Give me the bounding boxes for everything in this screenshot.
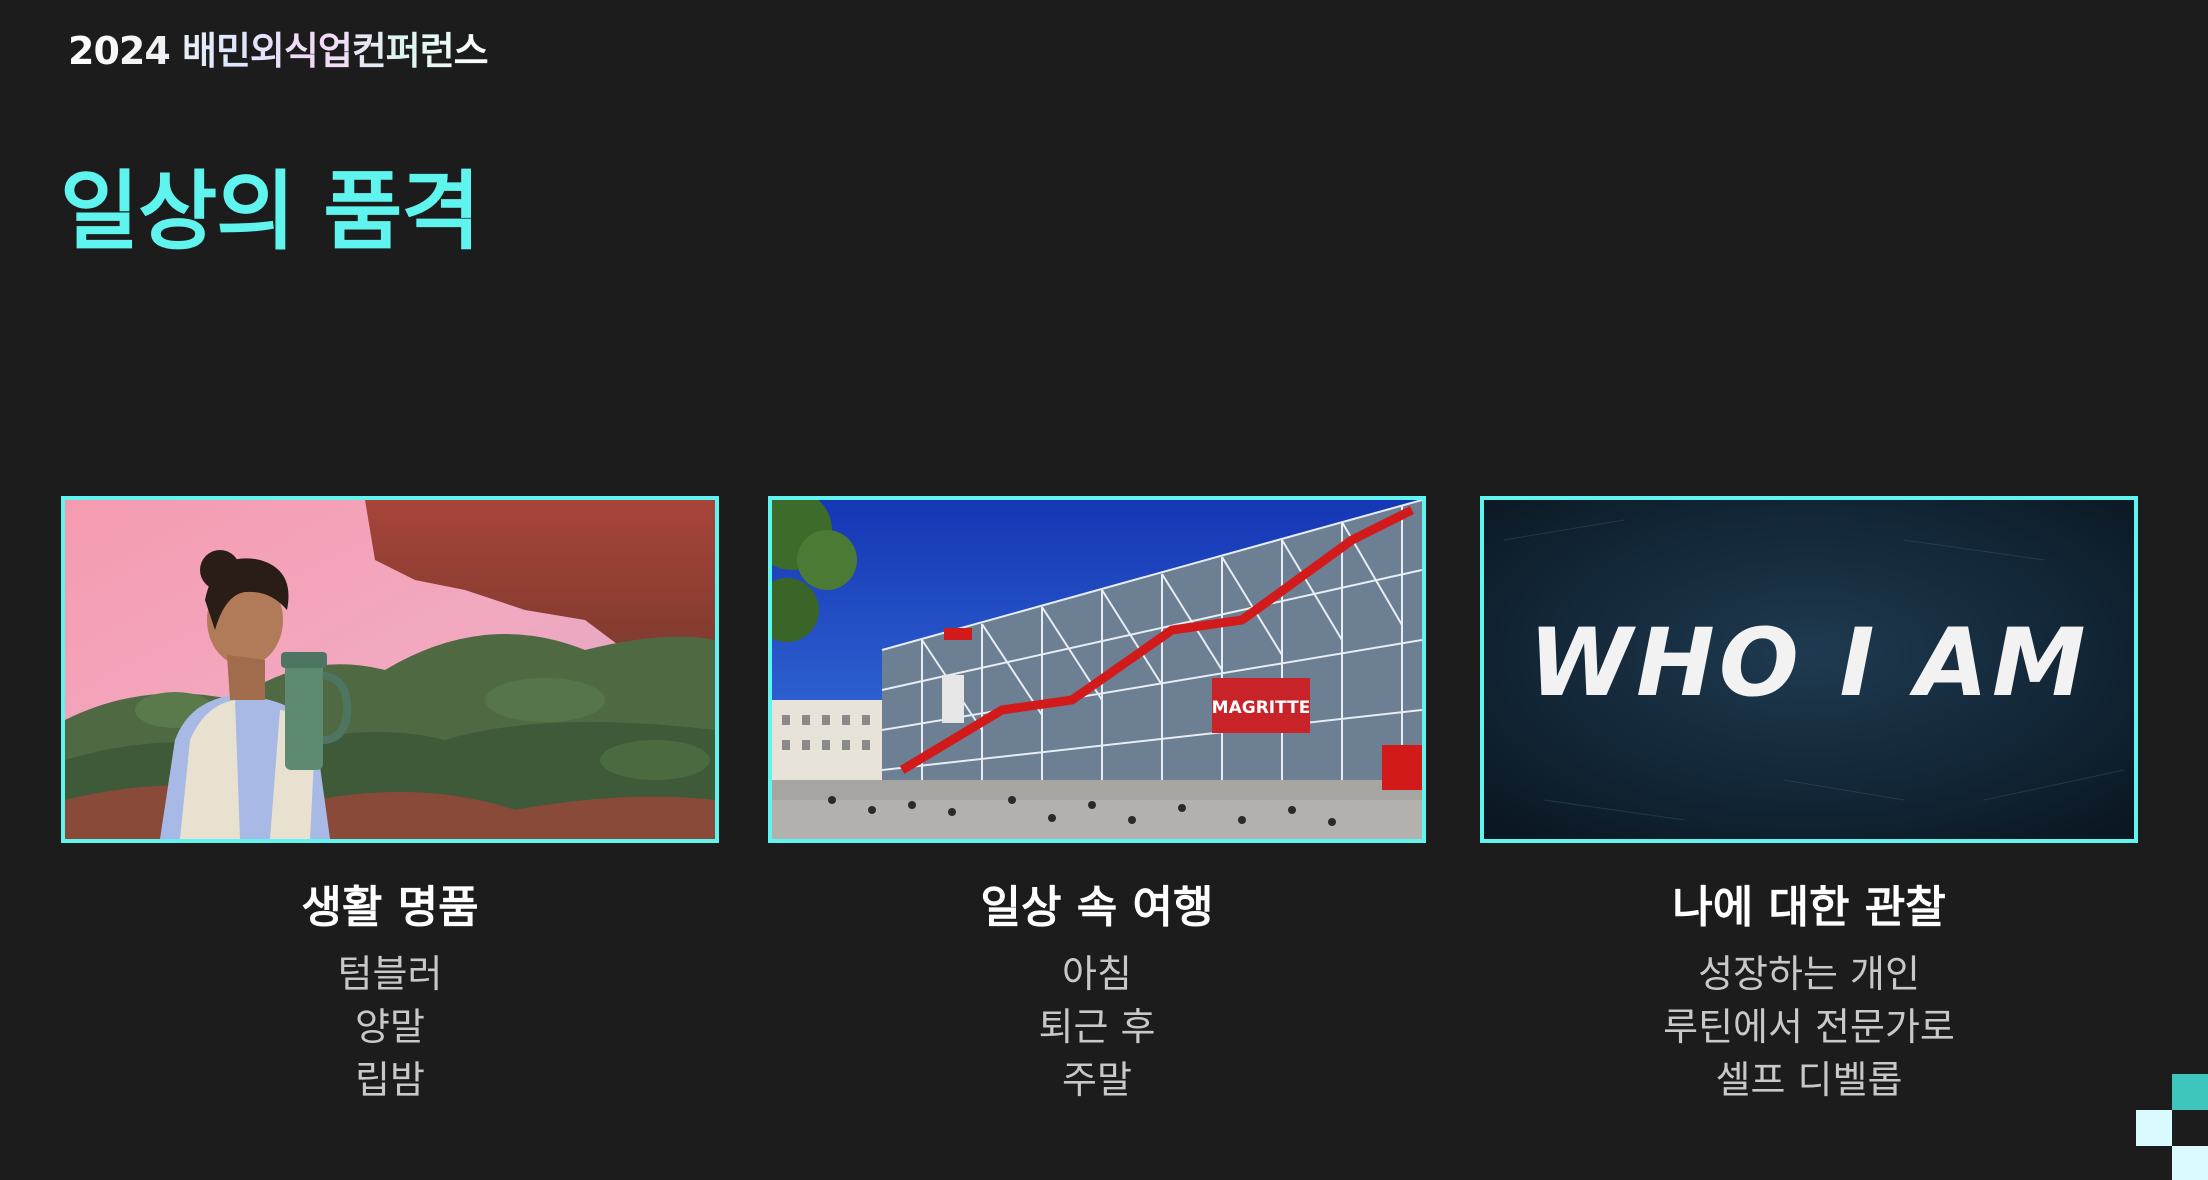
photo-card-travel: MAGRITTE (768, 496, 1426, 843)
column-title: 일상 속 여행 (980, 882, 1214, 933)
photo-card-self-observation: WHO I AM (1480, 496, 2138, 843)
woman-with-tumbler-photo (65, 500, 715, 839)
conference-logo: 2024 배민외식업컨퍼런스 (68, 29, 489, 73)
pixel-decoration (2136, 1110, 2172, 1146)
column-travel: 일상 속 여행 아침 퇴근 후 주말 (768, 876, 1426, 1107)
column-title: 나에 대한 관찰 (1672, 882, 1946, 933)
column-item: 성장하는 개인 (1698, 952, 1920, 996)
column-item: 루틴에서 전문가로 (1663, 1005, 1955, 1049)
pixel-decoration (2172, 1074, 2208, 1110)
column-self-observation: 나에 대한 관찰 성장하는 개인 루틴에서 전문가로 셀프 디벨롭 (1480, 876, 2138, 1107)
page-title: 일상의 품격 (60, 162, 481, 262)
column-item: 아침 (1062, 952, 1132, 996)
column-item: 퇴근 후 (1038, 1005, 1156, 1049)
column-item: 텀블러 (337, 952, 443, 996)
column-item: 주말 (1062, 1058, 1132, 1102)
photo-card-lifestyle (61, 496, 719, 843)
who-i-am-text: WHO I AM (1529, 609, 2090, 718)
column-item: 립밤 (355, 1058, 425, 1102)
column-item: 양말 (355, 1005, 425, 1049)
who-i-am-chalkboard-image: WHO I AM (1484, 500, 2134, 839)
column-item: 셀프 디벨롭 (1715, 1058, 1903, 1102)
pompidou-centre-photo: MAGRITTE (772, 500, 1422, 839)
column-lifestyle: 생활 명품 텀블러 양말 립밤 (61, 876, 719, 1107)
pixel-decoration (2172, 1146, 2208, 1180)
column-title: 생활 명품 (301, 882, 479, 933)
magritte-banner-text: MAGRITTE (1212, 698, 1311, 718)
